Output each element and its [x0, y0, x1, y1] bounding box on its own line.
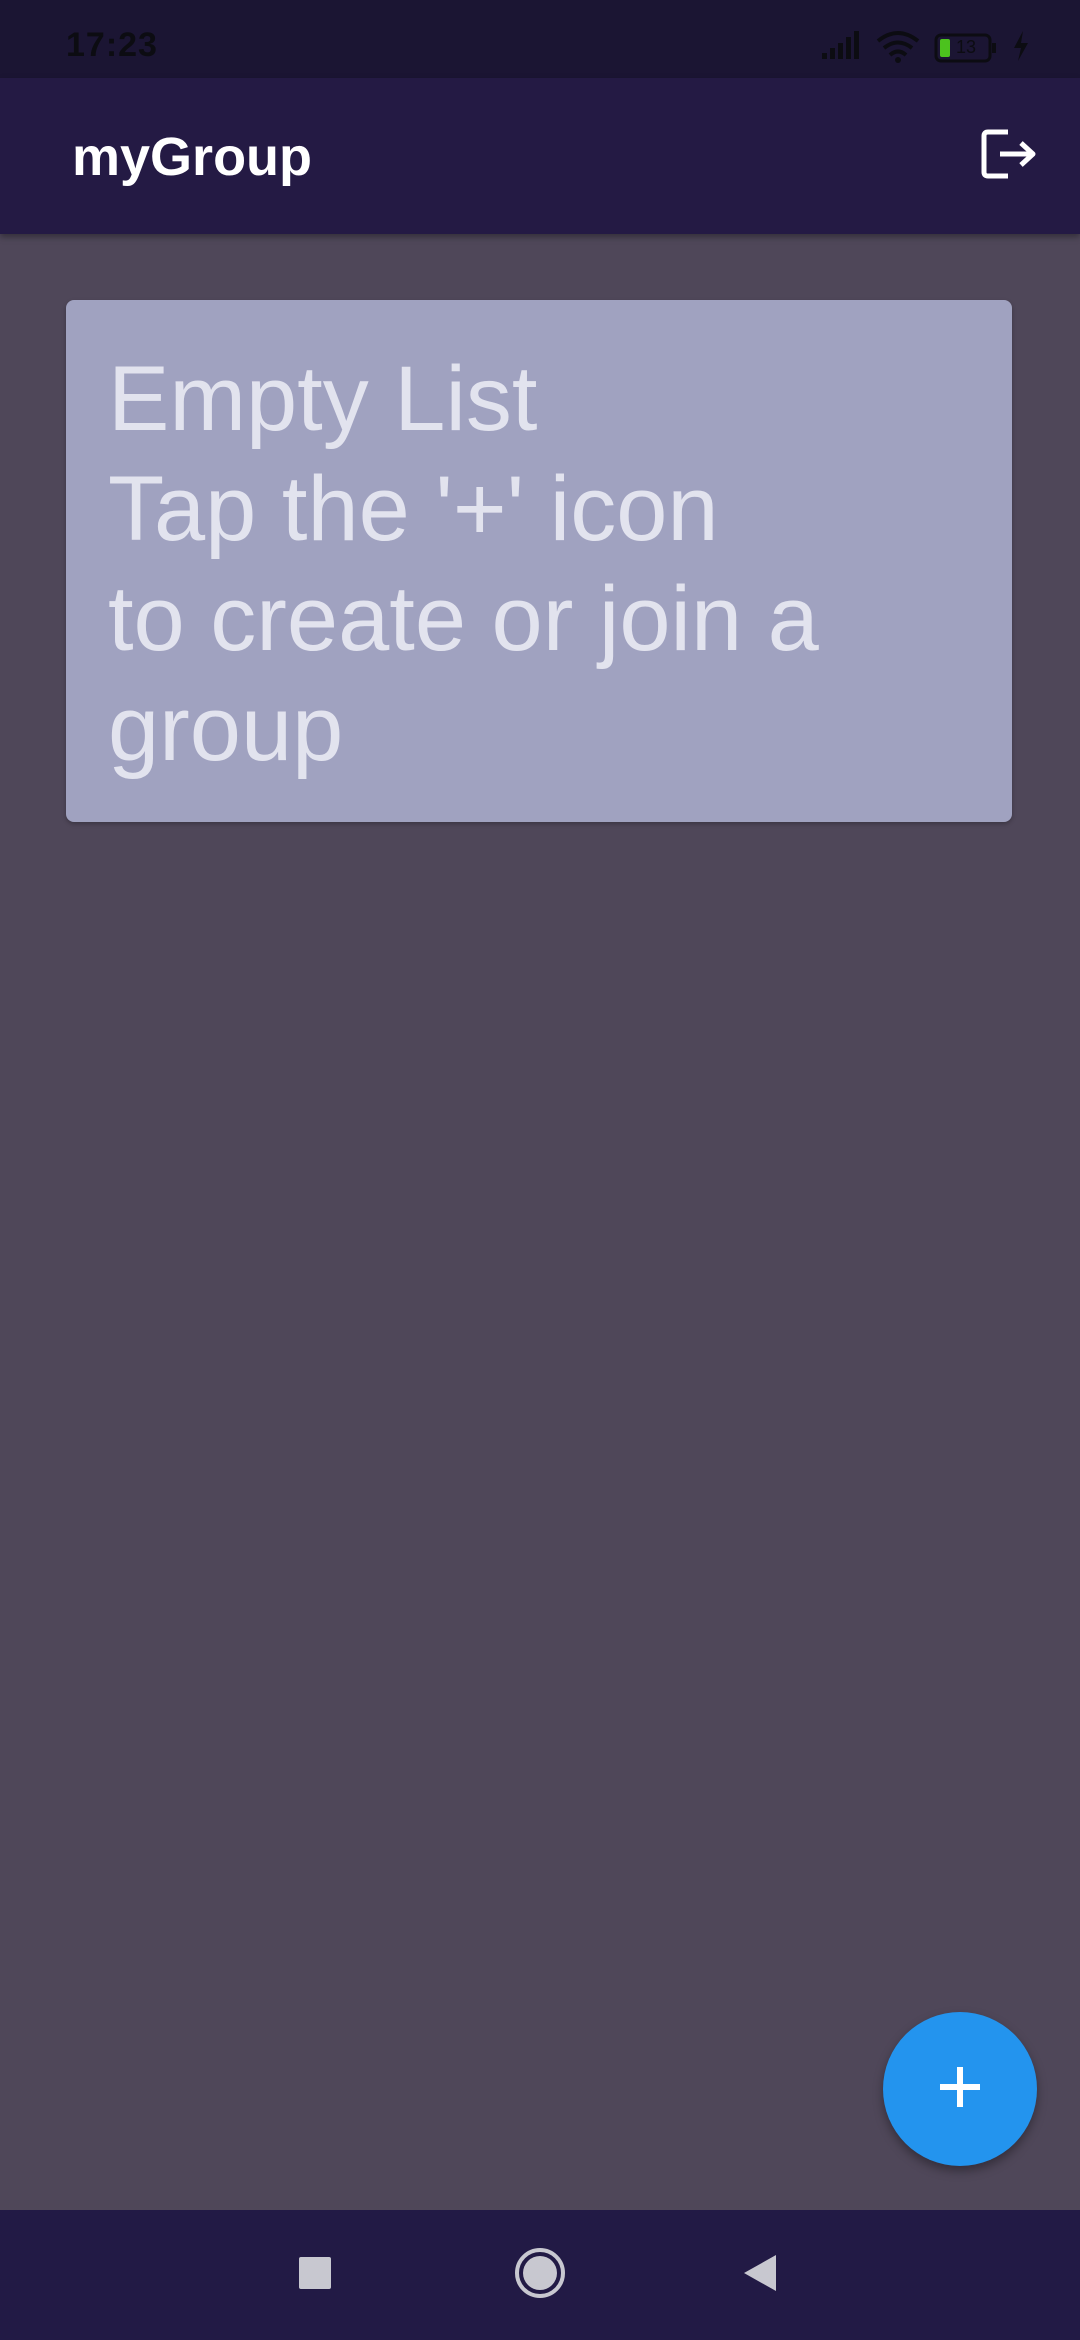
- back-button[interactable]: [730, 2245, 790, 2305]
- app-bar: myGroup: [0, 78, 1080, 234]
- add-group-button[interactable]: [883, 2012, 1037, 2166]
- logout-button[interactable]: [974, 120, 1046, 192]
- empty-state-title: Empty List: [108, 348, 538, 450]
- status-bar: 17:23 13: [0, 0, 1080, 78]
- back-icon: [740, 2253, 780, 2298]
- signal-icon: [822, 30, 862, 66]
- charging-icon: [1012, 30, 1030, 66]
- home-button[interactable]: [510, 2245, 570, 2305]
- empty-state-line: Tap the '+' icon: [108, 458, 719, 560]
- wifi-icon: [876, 29, 920, 68]
- empty-state-card: Empty List Tap the '+' icon to create or…: [66, 300, 1012, 822]
- navigation-bar: [0, 2210, 1080, 2340]
- recents-button[interactable]: [285, 2245, 345, 2305]
- status-icons: 13: [822, 28, 1030, 68]
- plus-icon: [938, 2065, 982, 2114]
- logout-icon: [980, 126, 1040, 187]
- battery-icon: 13: [934, 33, 998, 63]
- recents-icon: [298, 2256, 332, 2295]
- app-title: myGroup: [72, 127, 313, 187]
- empty-state-line: to create or join a: [108, 568, 819, 670]
- battery-level: 13: [956, 37, 977, 57]
- status-time: 17:23: [66, 26, 158, 64]
- empty-state-line: group: [108, 678, 344, 780]
- home-icon: [514, 2247, 566, 2304]
